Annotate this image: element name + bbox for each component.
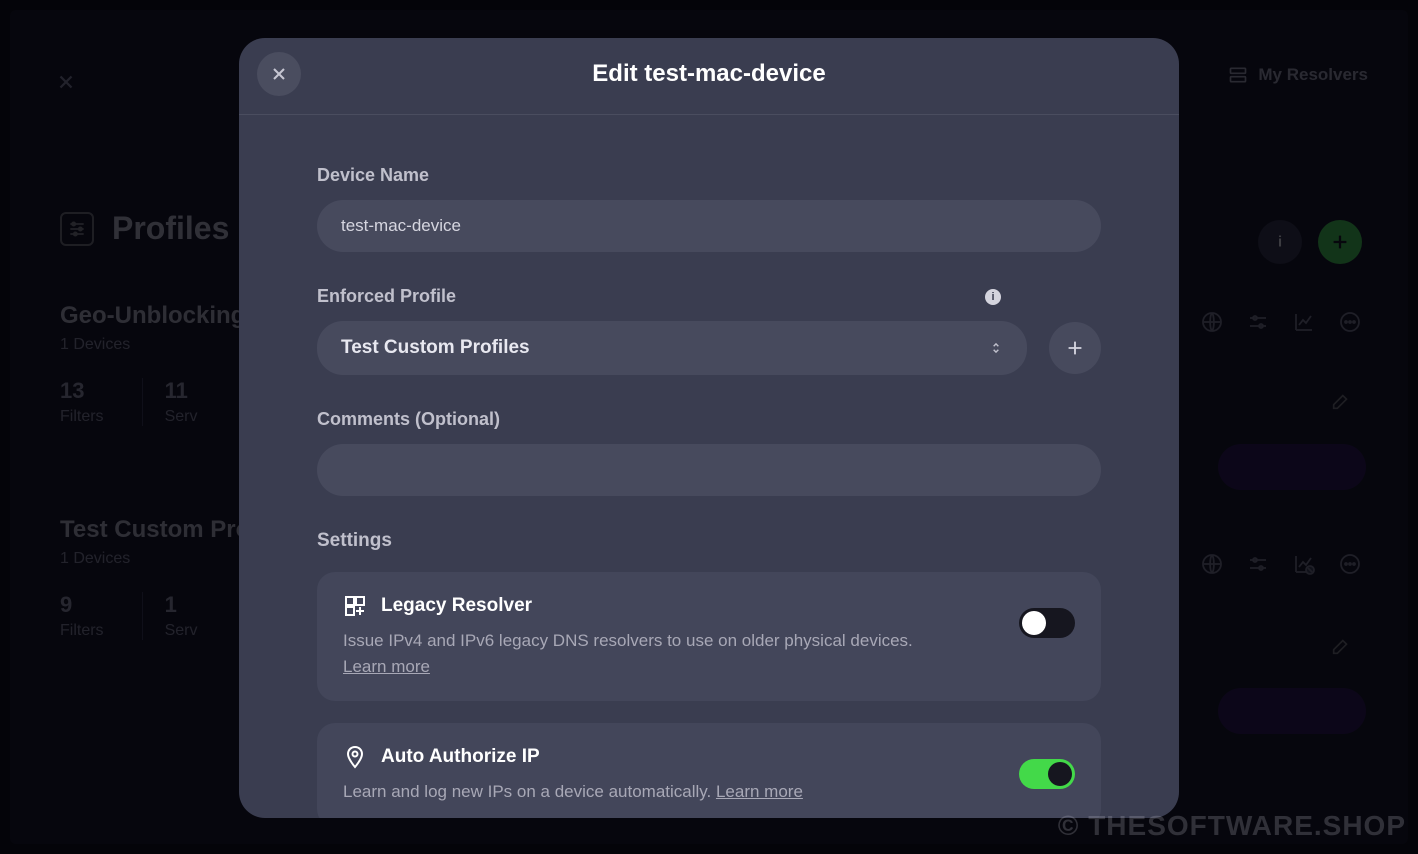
watermark: © THESOFTWARE.SHOP	[1058, 810, 1406, 842]
settings-section-title: Settings	[317, 530, 1101, 552]
legacy-resolver-card: Legacy Resolver Issue IPv4 and IPv6 lega…	[317, 572, 1101, 701]
enforced-profile-select[interactable]: Test Custom Profiles	[317, 321, 1027, 375]
close-icon	[269, 64, 289, 84]
plus-icon	[1064, 337, 1086, 359]
resolver-grid-icon	[343, 594, 367, 618]
info-icon[interactable]: i	[985, 289, 1001, 305]
auto-ip-title: Auto Authorize IP	[381, 746, 540, 768]
modal-body[interactable]: Device Name Enforced Profile i Test Cust…	[239, 115, 1179, 818]
device-name-label: Device Name	[317, 165, 1101, 186]
device-name-input[interactable]	[317, 200, 1101, 252]
comments-label: Comments (Optional)	[317, 409, 1101, 430]
modal-header: Edit test-mac-device	[239, 38, 1179, 115]
enforced-profile-label: Enforced Profile	[317, 286, 456, 307]
location-pin-icon	[343, 745, 367, 769]
edit-device-modal: Edit test-mac-device Device Name Enforce…	[239, 38, 1179, 818]
auto-authorize-ip-card: Auto Authorize IP Learn and log new IPs …	[317, 723, 1101, 818]
modal-close-button[interactable]	[257, 52, 301, 96]
enforced-profile-field: Enforced Profile i Test Custom Profiles	[317, 286, 1101, 375]
auto-ip-learn-more-link[interactable]: Learn more	[716, 782, 803, 801]
legacy-learn-more-link[interactable]: Learn more	[343, 657, 430, 676]
device-name-field: Device Name	[317, 165, 1101, 252]
legacy-resolver-title: Legacy Resolver	[381, 595, 532, 617]
auto-ip-toggle[interactable]	[1019, 759, 1075, 789]
legacy-resolver-toggle[interactable]	[1019, 608, 1075, 638]
comments-field: Comments (Optional)	[317, 409, 1101, 496]
modal-title: Edit test-mac-device	[239, 60, 1179, 88]
add-profile-button[interactable]	[1049, 322, 1101, 374]
comments-input[interactable]	[317, 444, 1101, 496]
chevron-updown-icon	[989, 341, 1003, 355]
legacy-resolver-desc: Issue IPv4 and IPv6 legacy DNS resolvers…	[343, 631, 913, 650]
auto-ip-desc: Learn and log new IPs on a device automa…	[343, 782, 716, 801]
enforced-profile-value: Test Custom Profiles	[341, 337, 530, 359]
